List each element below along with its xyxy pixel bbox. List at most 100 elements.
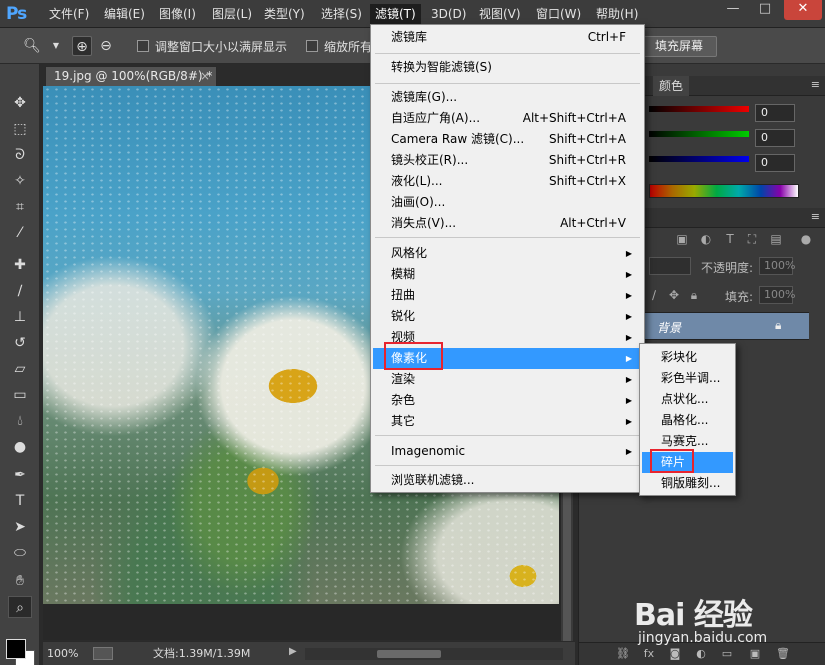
- lock-pixels-icon[interactable]: ∕: [647, 288, 661, 302]
- opacity-field[interactable]: 100%: [759, 257, 795, 275]
- menu-item-pixelate[interactable]: 像素化 ▶: [373, 348, 642, 369]
- submenu-item-fragment[interactable]: 碎片: [642, 452, 733, 473]
- menu-layer[interactable]: 图层(L): [207, 4, 257, 24]
- filter-toggle-icon[interactable]: ●: [799, 232, 813, 246]
- menu-separator: [375, 83, 640, 84]
- zoom-tool-icon[interactable]: 🔍︎: [22, 36, 42, 56]
- menu-item-blur[interactable]: 模糊 ▶: [373, 264, 642, 285]
- status-info-icon[interactable]: [93, 647, 113, 660]
- menu-item-filter-gallery[interactable]: 滤镜库(G)...: [373, 87, 642, 108]
- history-brush-tool-icon[interactable]: ↺: [8, 332, 32, 354]
- menu-item-other[interactable]: 其它 ▶: [373, 411, 642, 432]
- submenu-item-mezzotint[interactable]: 铜版雕刻...: [642, 473, 733, 494]
- filter-type-icon[interactable]: T: [723, 232, 737, 246]
- eyedropper-tool-icon[interactable]: ⁄: [8, 222, 32, 244]
- document-tab[interactable]: 19.jpg @ 100%(RGB/8#) * ×: [45, 66, 217, 86]
- close-window-button[interactable]: ✕: [784, 0, 822, 20]
- menu-filter[interactable]: 滤镜(T): [370, 4, 421, 24]
- move-tool-icon[interactable]: ✥: [8, 92, 32, 114]
- menu-type[interactable]: 类型(Y): [259, 4, 310, 24]
- status-menu-arrow-icon[interactable]: ▶: [289, 646, 297, 657]
- blur-tool-icon[interactable]: 💧︎: [8, 410, 32, 432]
- foreground-color-swatch[interactable]: [6, 639, 26, 659]
- filter-smart-object-icon[interactable]: ▤: [769, 232, 783, 246]
- menu-view[interactable]: 视图(V): [474, 4, 526, 24]
- horizontal-scrollbar[interactable]: [305, 648, 563, 660]
- link-layers-icon[interactable]: ⛓: [615, 647, 631, 661]
- zoom-all-checkbox[interactable]: [306, 40, 318, 52]
- zoom-level-field[interactable]: 100%: [47, 646, 89, 662]
- lasso-tool-icon[interactable]: ᘐ: [8, 144, 32, 166]
- submenu-item-color-halftone[interactable]: 彩色半调...: [642, 368, 733, 389]
- menu-item-noise[interactable]: 杂色 ▶: [373, 390, 642, 411]
- menu-item-imagenomic[interactable]: Imagenomic ▶: [373, 441, 642, 462]
- submenu-item-pointillize[interactable]: 点状化...: [642, 389, 733, 410]
- hand-tool-icon[interactable]: ✋︎: [8, 570, 32, 592]
- zoom-all-label: 缩放所有: [324, 40, 373, 54]
- restore-button[interactable]: □: [750, 0, 780, 20]
- menu-item-adaptive-wide-angle[interactable]: 自适应广角(A)... Alt+Shift+Ctrl+A: [373, 108, 642, 129]
- type-tool-icon[interactable]: T: [8, 490, 32, 512]
- lock-position-icon[interactable]: ✥: [667, 288, 681, 302]
- healing-brush-tool-icon[interactable]: ✚: [8, 254, 32, 276]
- gradient-tool-icon[interactable]: ▭: [8, 384, 32, 406]
- menu-item-camera-raw[interactable]: Camera Raw 滤镜(C)... Shift+Ctrl+A: [373, 129, 642, 150]
- color-panel-tab[interactable]: 颜色: [653, 76, 690, 96]
- menu-item-sharpen[interactable]: 锐化 ▶: [373, 306, 642, 327]
- blue-value-field[interactable]: 0: [755, 154, 795, 172]
- filter-image-icon[interactable]: ▣: [675, 232, 689, 246]
- menu-item-stylize[interactable]: 风格化 ▶: [373, 243, 642, 264]
- path-selection-tool-icon[interactable]: ➤: [8, 516, 32, 538]
- brush-tool-icon[interactable]: ∕: [8, 280, 32, 302]
- crop-tool-icon[interactable]: ⌗: [8, 196, 32, 218]
- eraser-tool-icon[interactable]: ▱: [8, 358, 32, 380]
- menu-item-oil-paint[interactable]: 油画(O)...: [373, 192, 642, 213]
- menu-item-vanishing-point[interactable]: 消失点(V)... Alt+Ctrl+V: [373, 213, 642, 234]
- menu-3d[interactable]: 3D(D): [426, 4, 471, 24]
- red-value-field[interactable]: 0: [755, 104, 795, 122]
- menu-item-video[interactable]: 视频 ▶: [373, 327, 642, 348]
- blue-slider[interactable]: [649, 156, 749, 162]
- menu-item-render[interactable]: 渲染 ▶: [373, 369, 642, 390]
- close-tab-icon[interactable]: ×: [200, 67, 210, 86]
- red-slider[interactable]: [649, 106, 749, 112]
- dodge-tool-icon[interactable]: ●: [8, 436, 32, 458]
- panel-menu-icon[interactable]: ≡: [811, 210, 820, 223]
- green-slider[interactable]: [649, 131, 749, 137]
- marquee-tool-icon[interactable]: ⬚: [8, 118, 32, 140]
- menu-edit[interactable]: 编辑(E): [99, 4, 150, 24]
- menu-window[interactable]: 窗口(W): [531, 4, 586, 24]
- menu-item-lens-correction[interactable]: 镜头校正(R)... Shift+Ctrl+R: [373, 150, 642, 171]
- menu-file[interactable]: 文件(F): [44, 4, 94, 24]
- color-spectrum-bar[interactable]: [649, 184, 799, 198]
- pen-tool-icon[interactable]: ✒: [8, 464, 32, 486]
- resize-windows-checkbox[interactable]: [137, 40, 149, 52]
- menu-help[interactable]: 帮助(H): [591, 4, 643, 24]
- submenu-item-facet[interactable]: 彩块化: [642, 347, 733, 368]
- menu-select[interactable]: 选择(S): [316, 4, 367, 24]
- filter-shape-icon[interactable]: ⛶: [745, 232, 759, 246]
- menu-item-liquify[interactable]: 液化(L)... Shift+Ctrl+X: [373, 171, 642, 192]
- filter-adjustment-icon[interactable]: ◐: [699, 232, 713, 246]
- minimize-button[interactable]: —: [718, 0, 748, 20]
- fill-field[interactable]: 100%: [759, 286, 795, 304]
- magic-wand-tool-icon[interactable]: ✧: [8, 170, 32, 192]
- menu-item-distort[interactable]: 扭曲 ▶: [373, 285, 642, 306]
- chevron-down-icon[interactable]: ▼: [46, 36, 66, 56]
- zoom-in-icon[interactable]: ⊕: [72, 36, 92, 56]
- menu-image[interactable]: 图像(I): [154, 4, 201, 24]
- lock-all-icon[interactable]: 🔒︎: [687, 288, 701, 302]
- green-value-field[interactable]: 0: [755, 129, 795, 147]
- submenu-item-mosaic[interactable]: 马赛克...: [642, 431, 733, 452]
- menu-item-filter-gallery-last[interactable]: 滤镜库 Ctrl+F: [373, 27, 642, 48]
- fill-screen-button[interactable]: 填充屏幕: [641, 36, 717, 57]
- blend-mode-select[interactable]: [649, 257, 691, 275]
- menu-item-browse-online-filters[interactable]: 浏览联机滤镜...: [373, 470, 642, 491]
- panel-menu-icon[interactable]: ≡: [811, 78, 820, 91]
- clone-stamp-tool-icon[interactable]: ⊥: [8, 306, 32, 328]
- submenu-item-crystallize[interactable]: 晶格化...: [642, 410, 733, 431]
- zoom-tool-icon[interactable]: ⌕: [8, 596, 32, 618]
- ellipse-tool-icon[interactable]: ⬭: [8, 542, 32, 564]
- menu-item-convert-smart-filter[interactable]: 转换为智能滤镜(S): [373, 57, 642, 78]
- zoom-out-icon[interactable]: ⊖: [96, 36, 116, 56]
